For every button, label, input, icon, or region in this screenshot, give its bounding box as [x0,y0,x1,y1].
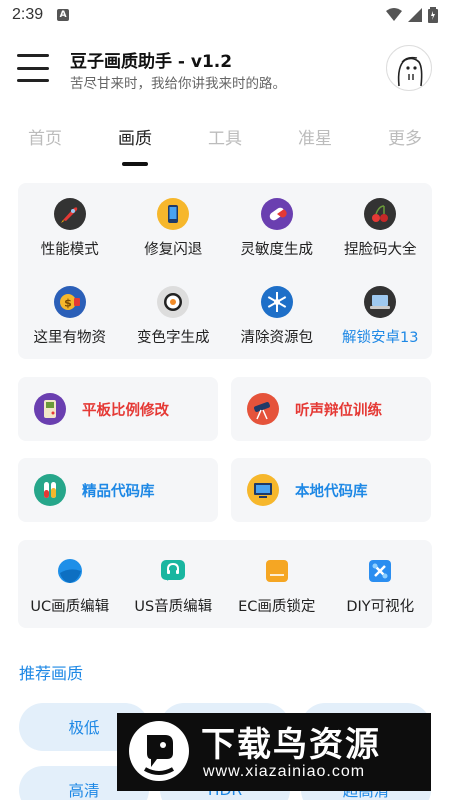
premium-code-label: 精品代码库 [82,483,155,500]
supplies-button[interactable]: $ 这里有物资 [18,271,122,359]
feature-row: 性能模式 修复闪退 灵敏度生成 捏脸码大全 [18,183,432,271]
app-title: 豆子画质助手 - v1.2 [70,52,233,72]
status-time: 2:39 [12,6,44,23]
notification-badge-icon: A [57,9,70,21]
clear-resource-button[interactable]: 清除资源包 [225,271,329,359]
uc-quality-edit-button[interactable]: UC画质编辑 [18,540,122,628]
avatar[interactable] [386,45,432,91]
audio-icon [161,560,186,581]
cherries-icon [364,198,397,230]
feature-row: $ 这里有物资 变色字生成 清除资源包 解锁安卓13 [18,271,432,359]
feature-label: 变色字生成 [137,330,210,346]
feature-label: 这里有物资 [33,330,107,346]
laptop-icon [364,286,397,318]
capsule-icon [260,198,293,230]
local-code-card[interactable]: 本地代码库 [231,458,431,522]
ec-lock-icon [265,560,288,582]
status-icons [386,7,438,23]
feature-label: 修复闪退 [144,242,203,258]
cartoon-face-icon [397,56,423,87]
sensitivity-gen-button[interactable]: 灵敏度生成 [225,183,329,271]
coin-icon: $ [53,286,86,318]
menu-line [17,54,49,57]
computer-icon [247,474,279,506]
feature-label: 解锁安卓13 [342,330,419,346]
battery-icon [428,7,438,23]
sushi-icon [157,286,190,318]
app-header: 豆子画质助手 - v1.2 苦尽甘来时，我给你讲我来时的路。 [0,40,450,100]
watermark-title: 下载鸟资源 [201,725,381,765]
menu-line [17,79,49,82]
tab-quality[interactable]: 画质 [90,118,180,166]
feature-label: 性能模式 [40,242,99,258]
audio-training-label: 听声辩位训练 [295,402,382,419]
bird-logo-icon [129,721,189,781]
test-tube-icon [34,474,66,506]
gameboy-icon [34,393,66,425]
tablet-ratio-card[interactable]: 平板比例修改 [18,377,218,441]
tab-bar: 首页 画质 工具 准星 更多 [0,118,450,166]
tab-home[interactable]: 首页 [0,118,90,166]
editor-label: DIY可视化 [346,599,415,615]
performance-mode-button[interactable]: 性能模式 [18,183,122,271]
status-bar: 2:39 A [0,0,450,30]
watermark-url: www.xiazainiao.com [203,763,366,780]
feature-label: 灵敏度生成 [240,242,314,258]
tab-crosshair[interactable]: 准星 [270,118,360,166]
diy-icon [369,560,392,582]
unlock-android13-button[interactable]: 解锁安卓13 [329,271,433,359]
audio-training-card[interactable]: 听声辩位训练 [231,377,431,441]
tab-more[interactable]: 更多 [360,118,450,166]
local-code-label: 本地代码库 [295,483,368,500]
hamburger-menu-button[interactable] [17,54,49,82]
ec-quality-lock-button[interactable]: EC画质锁定 [225,540,329,628]
signal-icon [408,8,422,22]
snowflake-icon [260,286,293,318]
editor-grid-card: UC画质编辑 US音质编辑 EC画质锁定 DIY可视化 [18,540,432,628]
editor-row: UC画质编辑 US音质编辑 EC画质锁定 DIY可视化 [18,540,432,628]
color-text-button[interactable]: 变色字生成 [122,271,226,359]
face-code-button[interactable]: 捏脸码大全 [329,183,433,271]
premium-code-card[interactable]: 精品代码库 [18,458,218,522]
watermark-banner: 下载鸟资源 www.xiazainiao.com [117,713,431,791]
rocket-icon [53,198,86,230]
feature-label: 清除资源包 [240,330,314,346]
us-audio-edit-button[interactable]: US音质编辑 [122,540,226,628]
feature-grid-card: 性能模式 修复闪退 灵敏度生成 捏脸码大全 $ 这里有物资 变色字生成 清除资源… [18,183,432,359]
wifi-icon [386,8,402,21]
telescope-icon [247,393,279,425]
app-subtitle: 苦尽甘来时，我给你讲我来时的路。 [70,76,286,92]
tab-tools[interactable]: 工具 [180,118,270,166]
diy-visual-button[interactable]: DIY可视化 [329,540,433,628]
editor-label: UC画质编辑 [30,599,110,615]
phone-icon [157,198,190,230]
recommend-title: 推荐画质 [19,664,84,683]
fix-crash-button[interactable]: 修复闪退 [122,183,226,271]
blue-ball-icon [57,559,82,583]
editor-label: US音质编辑 [134,599,213,615]
menu-line [17,66,49,70]
tablet-ratio-label: 平板比例修改 [82,402,169,419]
feature-label: 捏脸码大全 [344,242,417,258]
editor-label: EC画质锁定 [238,599,316,615]
svg-text:$: $ [64,297,72,310]
